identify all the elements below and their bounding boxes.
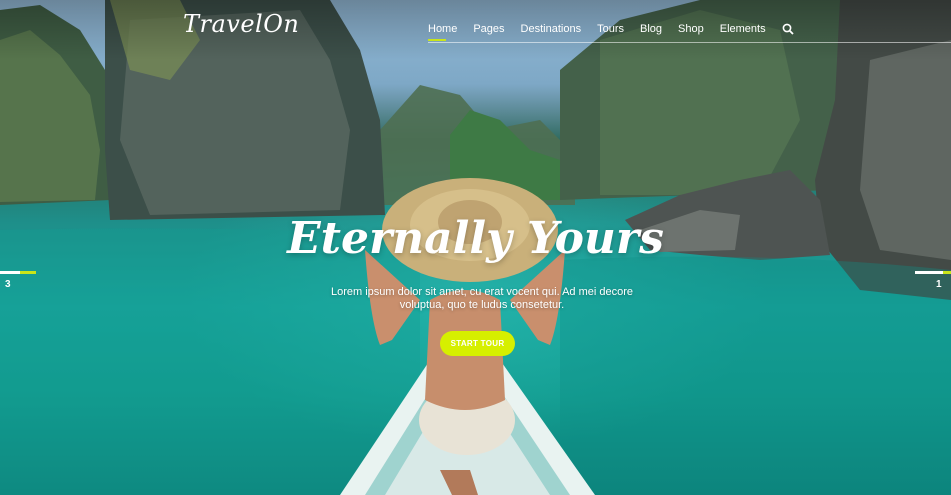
slide-progress-track [915,271,943,274]
start-tour-button[interactable]: START TOUR [440,331,515,356]
nav-item-elements[interactable]: Elements [720,23,766,35]
main-navigation: Home Pages Destinations Tours Blog Shop … [428,22,796,41]
slide-progress-accent [943,271,951,274]
nav-item-blog[interactable]: Blog [640,23,662,35]
nav-item-home[interactable]: Home [428,23,457,41]
nav-item-destinations[interactable]: Destinations [521,23,582,35]
site-logo[interactable]: TravelOn [183,10,299,38]
hero-headline: Eternally Yours [287,213,664,264]
prev-slide-indicator[interactable] [0,271,36,274]
nav-item-tours[interactable]: Tours [597,23,624,35]
slide-progress-track [0,271,20,274]
nav-item-pages[interactable]: Pages [473,23,504,35]
prev-slide-number[interactable]: 3 [5,279,11,290]
next-slide-indicator[interactable] [915,271,951,274]
nav-item-shop[interactable]: Shop [678,23,704,35]
search-icon[interactable] [782,22,796,36]
next-slide-number[interactable]: 1 [936,279,942,290]
hero-subtitle: Lorem ipsum dolor sit amet, cu erat voce… [330,286,634,311]
nav-divider [428,42,951,43]
slide-progress-accent [20,271,36,274]
